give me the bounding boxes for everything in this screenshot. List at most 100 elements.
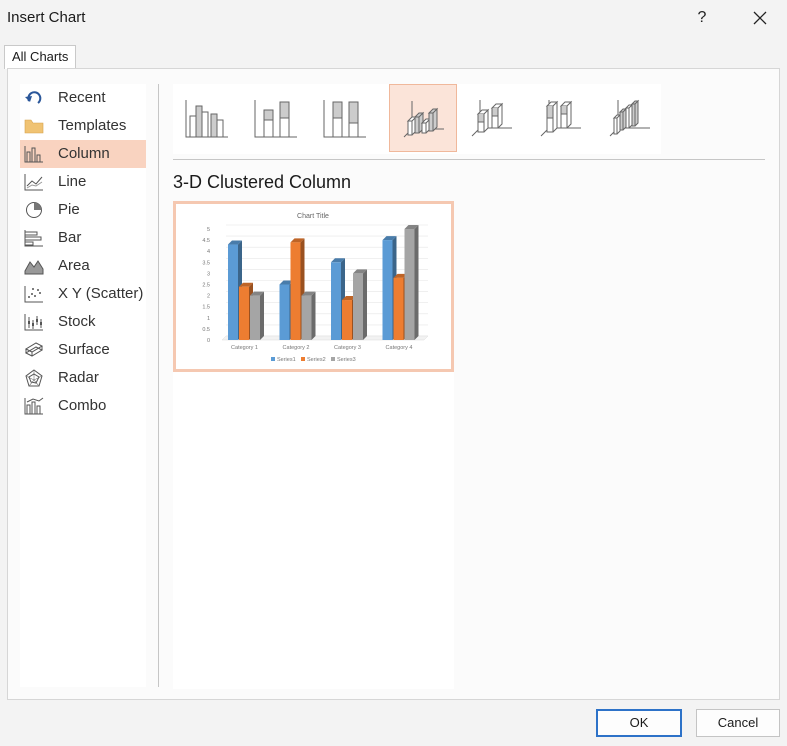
bar-side [414,225,419,340]
bar [301,295,312,340]
bar [290,242,301,340]
chart-preview-svg: Chart Title 0 0.5 1 1.5 2 2.5 3 3.5 4 4.5 5 Category… [202,213,429,363]
sidebar-item-scatter[interactable]: X Y (Scatter) [20,280,146,308]
selected-subtype-title: 3-D Clustered Column [173,172,352,192]
stock-chart-icon [24,314,43,331]
sidebar-item-label: Column [58,145,110,162]
vertical-divider [158,84,159,687]
3d-clustered-column-icon [403,101,444,138]
sidebar-item-recent[interactable]: Recent [20,84,146,112]
subtype-clustered-column[interactable] [173,84,241,152]
close-button[interactable] [744,4,776,32]
bar [331,262,341,340]
help-button[interactable]: ? [687,4,717,32]
bar [239,286,249,340]
y-tick-label: 3.5 [202,260,210,266]
3d-100-stacked-column-icon [540,100,581,137]
sidebar-item-stock[interactable]: Stock [20,308,146,336]
sidebar-item-label: X Y (Scatter) [58,285,144,302]
sidebar-item-label: Radar [58,369,99,386]
subtype-100-stacked-column[interactable] [311,84,379,152]
bar [382,240,393,340]
sidebar-item-label: Area [58,257,90,274]
bar [250,295,260,340]
radar-chart-icon [25,369,43,387]
sidebar-item-label: Line [58,173,87,190]
chart-preview[interactable]: Chart Title 0 0.5 1 1.5 2 2.5 3 3.5 4 4.5 5 Category… [173,201,454,372]
3d-stacked-column-icon [471,100,512,137]
subtype-3d-column[interactable] [596,84,664,152]
sidebar-item-label: Bar [58,229,82,246]
insert-chart-dialog: Insert Chart ? All Charts Recent Templat… [0,0,787,746]
scatter-chart-icon [24,286,43,303]
sidebar-item-combo[interactable]: Combo [20,392,146,420]
subtype-3d-100-stacked-column[interactable] [527,84,595,152]
legend-label: Series2 [307,357,326,363]
legend-label: Series3 [337,357,356,363]
cancel-button[interactable]: Cancel [696,709,780,737]
line-chart-icon [24,174,43,191]
title-bar: Insert Chart ? [0,0,787,36]
subtype-3d-stacked-column[interactable] [458,84,526,152]
folder-icon [24,119,44,134]
y-tick-label: 2 [207,294,210,300]
sidebar-item-radar[interactable]: Radar [20,364,146,392]
y-tick-label: 1.5 [202,305,210,311]
legend-swatch [301,357,305,361]
bar-side [260,291,264,340]
ok-button[interactable]: OK [596,709,682,737]
bar-side [363,269,367,340]
y-tick-label: 4.5 [202,238,210,244]
sidebar-item-label: Stock [58,313,96,330]
clustered-column-icon [185,100,228,138]
bar [342,300,352,340]
sidebar-item-pie[interactable]: Pie [20,196,146,224]
sidebar-item-surface[interactable]: Surface [20,336,146,364]
subtype-3d-clustered-column[interactable] [389,84,457,152]
y-tick-label: 0 [207,338,210,344]
sidebar-item-area[interactable]: Area [20,252,146,280]
chart-type-list: Recent Templates Column Line Pie Bar Are… [20,84,146,687]
recent-icon [25,91,42,104]
sidebar-item-label: Recent [58,89,106,106]
y-tick-label: 1 [207,316,210,322]
sidebar-item-templates[interactable]: Templates [20,112,146,140]
close-icon [753,11,767,25]
surface-chart-icon [24,342,44,357]
100-stacked-column-icon [323,100,366,138]
area-chart-icon [24,260,44,275]
dialog-title: Insert Chart [7,9,86,26]
y-tick-label: 4 [207,249,210,255]
sidebar-item-line[interactable]: Line [20,168,146,196]
x-tick-label: Category 2 [283,345,310,351]
chart-subtype-gallery [173,84,661,154]
y-tick-label: 2.5 [202,283,210,289]
x-tick-label: Category 4 [386,345,413,351]
legend-label: Series1 [277,357,296,363]
stacked-column-icon [254,100,297,138]
tab-panel: Recent Templates Column Line Pie Bar Are… [7,68,780,700]
horizontal-divider [173,159,765,160]
bar-chart-icon [24,230,43,247]
sidebar-item-column[interactable]: Column [20,140,146,168]
sidebar-item-label: Combo [58,397,107,414]
bar [404,229,415,340]
sidebar-item-bar[interactable]: Bar [20,224,146,252]
x-tick-label: Category 3 [334,345,361,351]
sidebar-item-label: Templates [58,117,127,134]
y-tick-label: 3 [207,271,210,277]
sidebar-item-label: Pie [58,201,80,218]
preview-area: Chart Title 0 0.5 1 1.5 2 2.5 3 3.5 4 4.5 5 Category… [173,201,454,689]
bar [228,244,238,340]
3d-column-icon [609,99,650,137]
subtype-stacked-column[interactable] [242,84,310,152]
y-tick-label: 0.5 [202,327,210,333]
y-tick-label: 5 [207,227,210,233]
chart-title: Chart Title [297,213,329,220]
x-tick-label: Category 1 [231,345,258,351]
bar-side [311,291,316,340]
combo-chart-icon [24,397,44,415]
tab-all-charts[interactable]: All Charts [4,45,77,69]
bar [393,277,404,340]
column-chart-icon [24,146,43,163]
